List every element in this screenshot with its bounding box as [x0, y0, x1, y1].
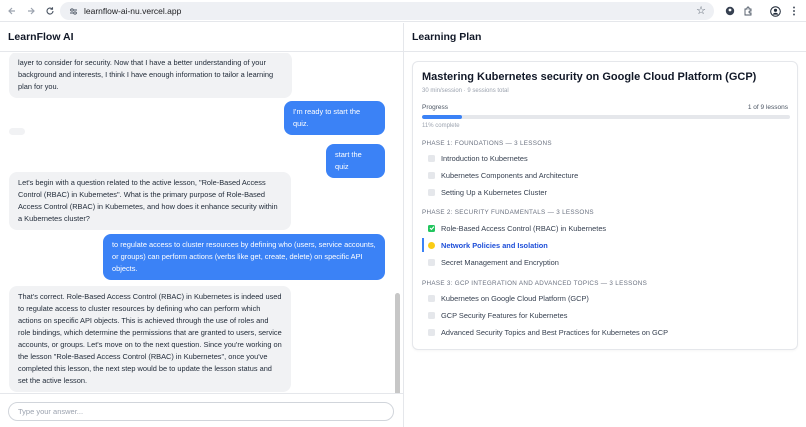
address-bar[interactable]: learnflow-ai-nu.vercel.app ☆ [60, 2, 714, 20]
lesson-item-active[interactable]: Network Policies and Isolation [422, 238, 790, 252]
puzzle-extensions-icon[interactable] [740, 3, 756, 19]
lesson-item[interactable]: Secret Management and Encryption [422, 255, 790, 269]
lesson-label: GCP Security Features for Kubernetes [441, 310, 568, 320]
browser-toolbar: learnflow-ai-nu.vercel.app ☆ [0, 0, 806, 22]
lesson-label: Secret Management and Encryption [441, 257, 559, 267]
in-progress-dot-icon [428, 241, 435, 249]
plan-panel-header: Learning Plan [404, 23, 806, 52]
url-text[interactable]: learnflow-ai-nu.vercel.app [84, 6, 181, 16]
lesson-label: Advanced Security Topics and Best Practi… [441, 327, 669, 337]
plan-title: Mastering Kubernetes security on Google … [422, 71, 757, 83]
lesson-item[interactable]: GCP Security Features for Kubernetes [422, 308, 790, 322]
app-title: LearnFlow AI [8, 31, 74, 43]
profile-avatar-icon[interactable] [767, 3, 783, 19]
lesson-label: Role-Based Access Control (RBAC) in Kube… [441, 223, 607, 233]
unchecked-box-icon [428, 171, 435, 179]
user-message: start the quiz [326, 144, 385, 178]
assistant-message: layer to consider for security. Now that… [9, 53, 292, 98]
lesson-label: Kubernetes on Google Cloud Platform (GCP… [441, 293, 589, 303]
panel-divider [403, 23, 404, 427]
back-icon[interactable] [4, 3, 20, 19]
lesson-item[interactable]: Introduction to Kubernetes [422, 151, 790, 165]
plan-meta: 30 min/session · 9 sessions total [422, 88, 509, 94]
lesson-label: Setting Up a Kubernetes Cluster [441, 187, 547, 197]
unchecked-box-icon [428, 311, 435, 319]
lesson-item[interactable]: Setting Up a Kubernetes Cluster [422, 185, 790, 199]
user-message: to regulate access to cluster resources … [103, 234, 385, 280]
site-settings-icon[interactable] [66, 4, 80, 18]
progress-percent: 11% complete [422, 123, 460, 129]
chat-input-area [0, 393, 403, 427]
progress-bar [422, 115, 790, 119]
unchecked-box-icon [428, 188, 435, 196]
checked-box-icon [428, 224, 435, 232]
assistant-message-loading [9, 128, 25, 135]
phase-title: PHASE 3: GCP INTEGRATION AND ADVANCED TO… [422, 280, 648, 287]
lesson-label: Introduction to Kubernetes [441, 153, 528, 163]
chat-panel-header: LearnFlow AI [0, 23, 403, 52]
lesson-item-completed[interactable]: Role-Based Access Control (RBAC) in Kube… [422, 221, 790, 235]
user-message: I'm ready to start the quiz. [284, 101, 385, 135]
assistant-message: Let's begin with a question related to t… [9, 172, 291, 230]
progress-count: 1 of 9 lessons [747, 104, 788, 111]
learning-plan-card: Mastering Kubernetes security on Google … [412, 61, 798, 350]
lesson-item[interactable]: Advanced Security Topics and Best Practi… [422, 325, 790, 339]
phase-title: PHASE 1: FOUNDATIONS — 3 LESSONS [422, 140, 552, 147]
unchecked-box-icon [428, 154, 435, 162]
bookmark-star-icon[interactable]: ☆ [696, 4, 706, 17]
answer-input[interactable] [8, 402, 394, 421]
chat-messages[interactable]: layer to consider for security. Now that… [0, 53, 403, 393]
unchecked-box-icon [428, 328, 435, 336]
lesson-item[interactable]: Kubernetes on Google Cloud Platform (GCP… [422, 291, 790, 305]
plan-panel-title: Learning Plan [412, 31, 482, 43]
unchecked-box-icon [428, 258, 435, 266]
forward-icon[interactable] [23, 3, 39, 19]
lesson-label: Network Policies and Isolation [441, 240, 548, 250]
browser-menu-icon[interactable] [786, 3, 802, 19]
reload-icon[interactable] [42, 3, 58, 19]
phase-title: PHASE 2: SECURITY FUNDAMENTALS — 3 LESSO… [422, 209, 594, 216]
assistant-message: That's correct. Role-Based Access Contro… [9, 286, 291, 392]
lesson-label: Kubernetes Components and Architecture [441, 170, 579, 180]
progress-bar-fill [422, 115, 463, 119]
lesson-item[interactable]: Kubernetes Components and Architecture [422, 168, 790, 182]
progress-label: Progress [422, 104, 449, 111]
unchecked-box-icon [428, 294, 435, 302]
extension-icon[interactable] [722, 3, 738, 19]
chat-scrollbar[interactable] [395, 293, 400, 393]
